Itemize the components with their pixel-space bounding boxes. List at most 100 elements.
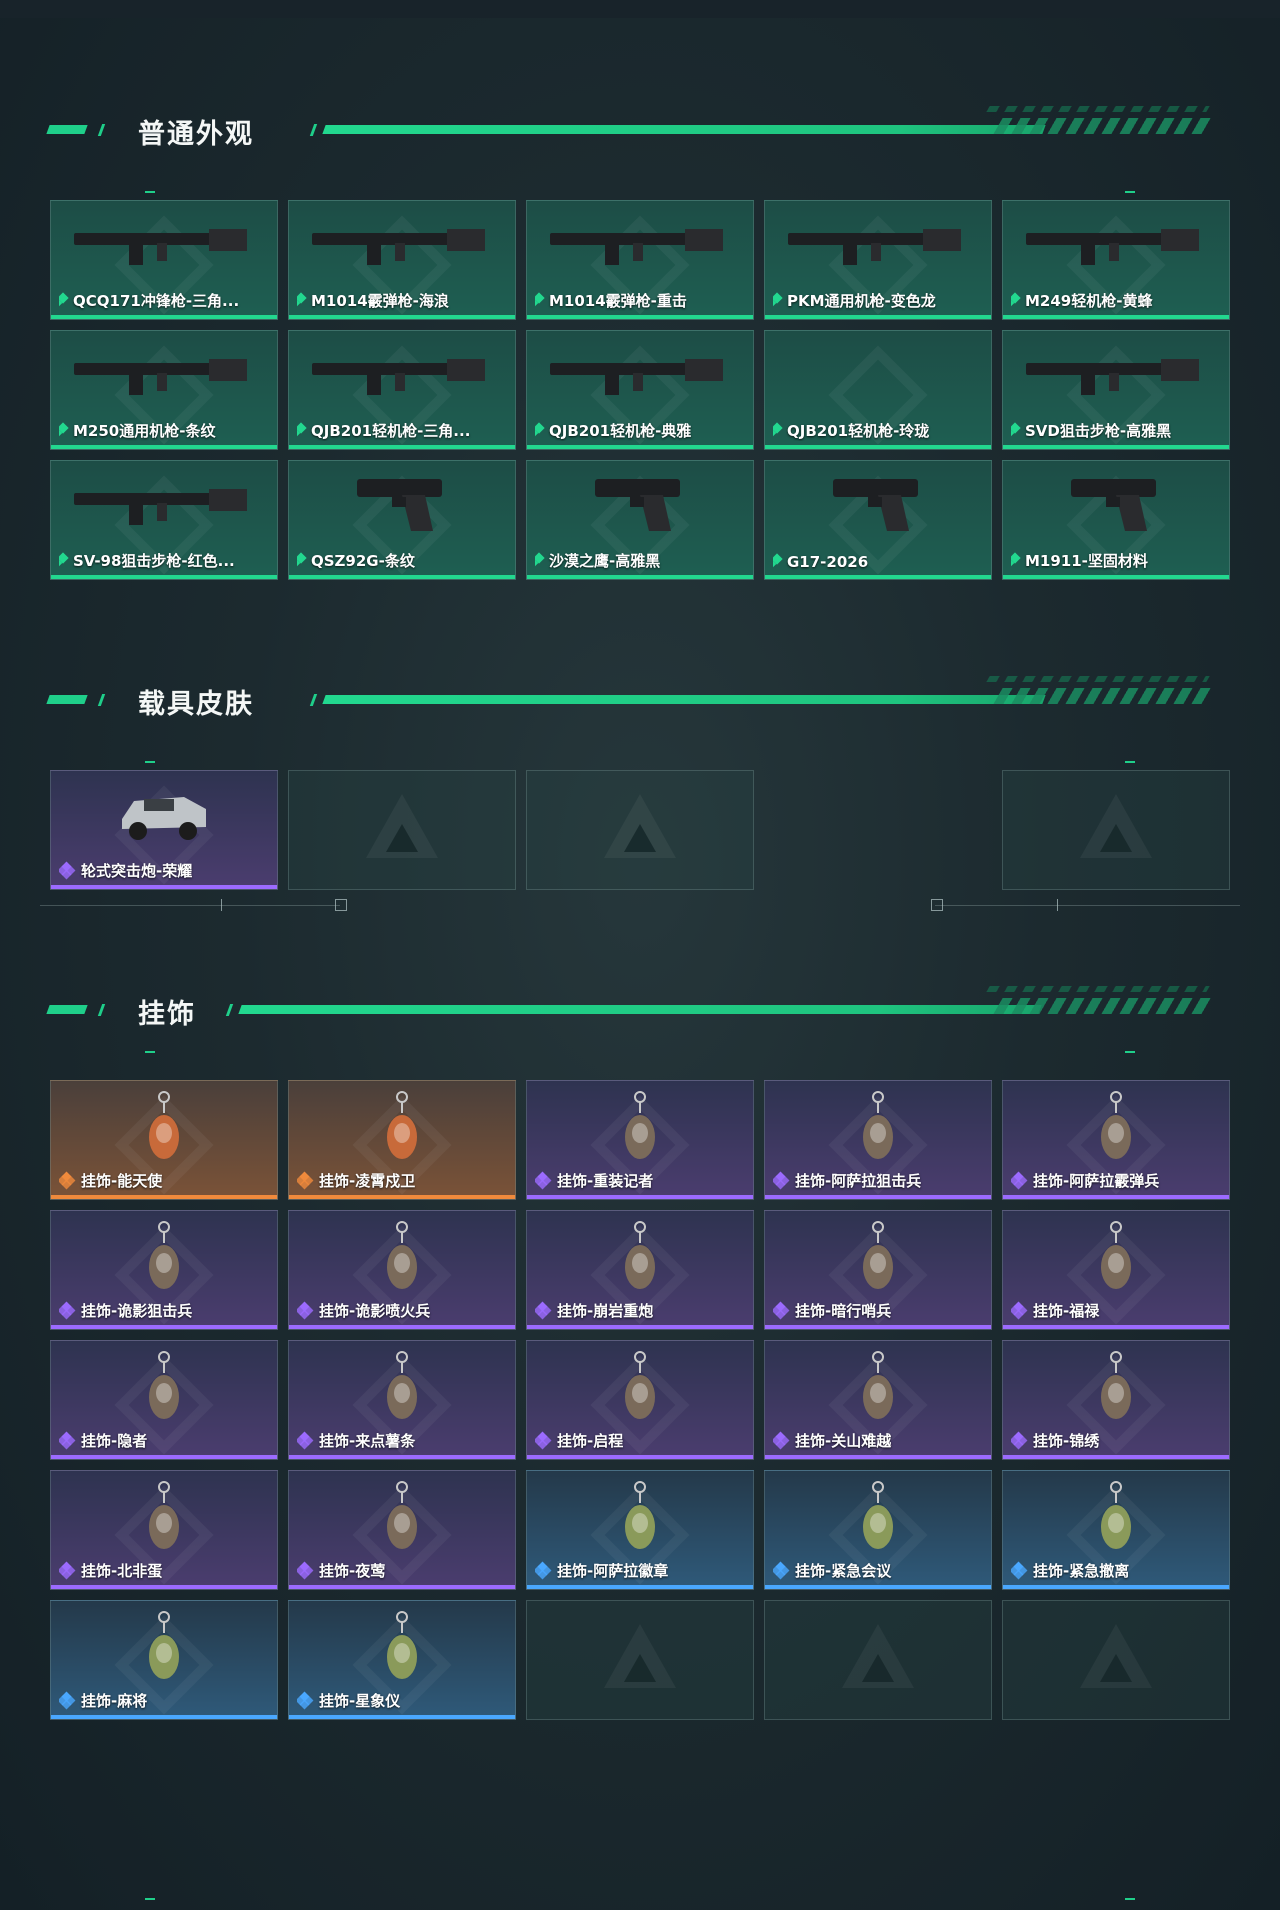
placeholder-logo-icon <box>624 824 656 852</box>
header-checker <box>986 106 1210 112</box>
item-card[interactable]: 挂饰-凌霄戍卫 <box>288 1080 516 1200</box>
item-card[interactable]: QJB201轻机枪-三角... <box>288 330 516 450</box>
item-card[interactable]: QSZ92G-条纹 <box>288 460 516 580</box>
charm-icon <box>1091 1479 1141 1567</box>
item-label: 挂饰-隐者 <box>59 1430 271 1451</box>
item-card[interactable]: 挂饰-夜莺 <box>288 1470 516 1590</box>
charm-icon <box>377 1349 427 1437</box>
item-card[interactable]: 挂饰-关山难越 <box>764 1340 992 1460</box>
item-card[interactable]: M1014霰弹枪-重击 <box>526 200 754 320</box>
item-card[interactable]: M250通用机枪-条纹 <box>50 330 278 450</box>
sniper-rifle-icon <box>1021 339 1211 413</box>
item-name: QCQ171冲锋枪-三角... <box>73 292 240 310</box>
item-card[interactable]: 挂饰-隐者 <box>50 1340 278 1460</box>
item-name: 挂饰-能天使 <box>81 1172 163 1190</box>
rarity-green-icon <box>773 421 783 434</box>
rarity-purple-icon <box>773 1171 790 1189</box>
item-card[interactable]: 挂饰-诡影喷火兵 <box>288 1210 516 1330</box>
item-label: 挂饰-凌霄戍卫 <box>297 1170 509 1191</box>
corner-mark <box>145 761 155 763</box>
item-name: M1014霰弹枪-海浪 <box>311 292 449 310</box>
corner-mark <box>145 1051 155 1053</box>
item-label: 挂饰-诡影喷火兵 <box>297 1300 509 1321</box>
header-checker <box>993 998 1213 1014</box>
divider <box>221 899 222 911</box>
item-name: M1911-坚固材料 <box>1025 552 1148 570</box>
item-name: 挂饰-诡影狙击兵 <box>81 1302 193 1320</box>
rarity-green-icon <box>1011 291 1021 304</box>
item-card[interactable]: 轮式突击炮-荣耀 <box>50 770 278 890</box>
item-card[interactable]: M1911-坚固材料 <box>1002 460 1230 580</box>
item-card[interactable]: 挂饰-紧急撤离 <box>1002 1470 1230 1590</box>
header-deco <box>97 124 106 136</box>
item-label: 挂饰-麻将 <box>59 1690 271 1711</box>
item-card[interactable]: 挂饰-阿萨拉狙击兵 <box>764 1080 992 1200</box>
vehicles-grid: 轮式突击炮-荣耀 <box>50 770 1230 890</box>
rarity-purple-icon <box>1011 1431 1028 1449</box>
item-card[interactable]: 挂饰-紧急会议 <box>764 1470 992 1590</box>
item-name: M249轻机枪-黄蜂 <box>1025 292 1153 310</box>
divider <box>1057 899 1058 911</box>
machine-gun-icon <box>69 339 259 413</box>
item-label: 挂饰-北非蛋 <box>59 1560 271 1581</box>
item-card[interactable]: 挂饰-星象仪 <box>288 1600 516 1720</box>
item-card[interactable]: 挂饰-诡影狙击兵 <box>50 1210 278 1330</box>
rarity-purple-icon <box>535 1301 552 1319</box>
corner-mark <box>1125 1898 1135 1900</box>
item-card[interactable]: SV-98狙击步枪-红色... <box>50 460 278 580</box>
item-name: 挂饰-阿萨拉徽章 <box>557 1562 669 1580</box>
vehicle-icon <box>114 779 214 853</box>
item-name: 挂饰-麻将 <box>81 1692 148 1710</box>
rarity-blue-icon <box>59 1691 76 1709</box>
item-label: M1014霰弹枪-海浪 <box>297 290 509 311</box>
section-title: 载具皮肤 <box>138 689 254 720</box>
rarity-green-icon <box>297 421 307 434</box>
item-name: M1014霰弹枪-重击 <box>549 292 687 310</box>
item-name: 挂饰-凌霄戍卫 <box>319 1172 416 1190</box>
charm-icon <box>377 1479 427 1567</box>
item-card[interactable]: 挂饰-能天使 <box>50 1080 278 1200</box>
charm-icon <box>615 1479 665 1567</box>
item-card[interactable]: 沙漠之鹰-高雅黑 <box>526 460 754 580</box>
item-label: M249轻机枪-黄蜂 <box>1011 290 1223 311</box>
item-card[interactable]: 挂饰-福禄 <box>1002 1210 1230 1330</box>
item-card[interactable]: QCQ171冲锋枪-三角... <box>50 200 278 320</box>
item-card[interactable]: 挂饰-重装记者 <box>526 1080 754 1200</box>
item-card[interactable]: QJB201轻机枪-典雅 <box>526 330 754 450</box>
item-card[interactable]: PKM通用机枪-变色龙 <box>764 200 992 320</box>
header-deco <box>46 125 88 134</box>
pistol-icon <box>585 469 695 543</box>
item-card[interactable]: 挂饰-来点薯条 <box>288 1340 516 1460</box>
smg-icon <box>69 209 259 283</box>
item-card[interactable]: SVD狙击步枪-高雅黑 <box>1002 330 1230 450</box>
item-label: G17-2026 <box>773 553 985 571</box>
item-label: 挂饰-阿萨拉狙击兵 <box>773 1170 985 1191</box>
item-card[interactable]: 挂饰-麻将 <box>50 1600 278 1720</box>
item-card[interactable]: 挂饰-北非蛋 <box>50 1470 278 1590</box>
header-deco <box>97 1004 106 1016</box>
placeholder-logo-icon <box>386 824 418 852</box>
rifle-icon <box>307 339 497 413</box>
item-label: 挂饰-暗行哨兵 <box>773 1300 985 1321</box>
rarity-purple-icon <box>59 1561 76 1579</box>
item-card[interactable]: 挂饰-崩岩重炮 <box>526 1210 754 1330</box>
item-card[interactable]: 挂饰-暗行哨兵 <box>764 1210 992 1330</box>
rarity-blue-icon <box>1011 1561 1028 1579</box>
item-name: QJB201轻机枪-玲珑 <box>787 422 930 440</box>
rarity-purple-icon <box>773 1301 790 1319</box>
item-label: 挂饰-夜莺 <box>297 1560 509 1581</box>
item-card[interactable]: G17-2026 <box>764 460 992 580</box>
item-card[interactable]: 挂饰-阿萨拉霰弹兵 <box>1002 1080 1230 1200</box>
item-name: 挂饰-紧急会议 <box>795 1562 892 1580</box>
item-card[interactable]: QJB201轻机枪-玲珑 <box>764 330 992 450</box>
item-card[interactable]: M1014霰弹枪-海浪 <box>288 200 516 320</box>
item-card[interactable]: M249轻机枪-黄蜂 <box>1002 200 1230 320</box>
rarity-purple-icon <box>1011 1301 1028 1319</box>
item-label: 轮式突击炮-荣耀 <box>59 860 271 881</box>
item-card[interactable]: 挂饰-启程 <box>526 1340 754 1460</box>
charm-icon <box>615 1349 665 1437</box>
item-name: PKM通用机枪-变色龙 <box>787 292 936 310</box>
item-card[interactable]: 挂饰-阿萨拉徽章 <box>526 1470 754 1590</box>
item-card[interactable]: 挂饰-锦绣 <box>1002 1340 1230 1460</box>
placeholder-logo-icon <box>1100 1654 1132 1682</box>
